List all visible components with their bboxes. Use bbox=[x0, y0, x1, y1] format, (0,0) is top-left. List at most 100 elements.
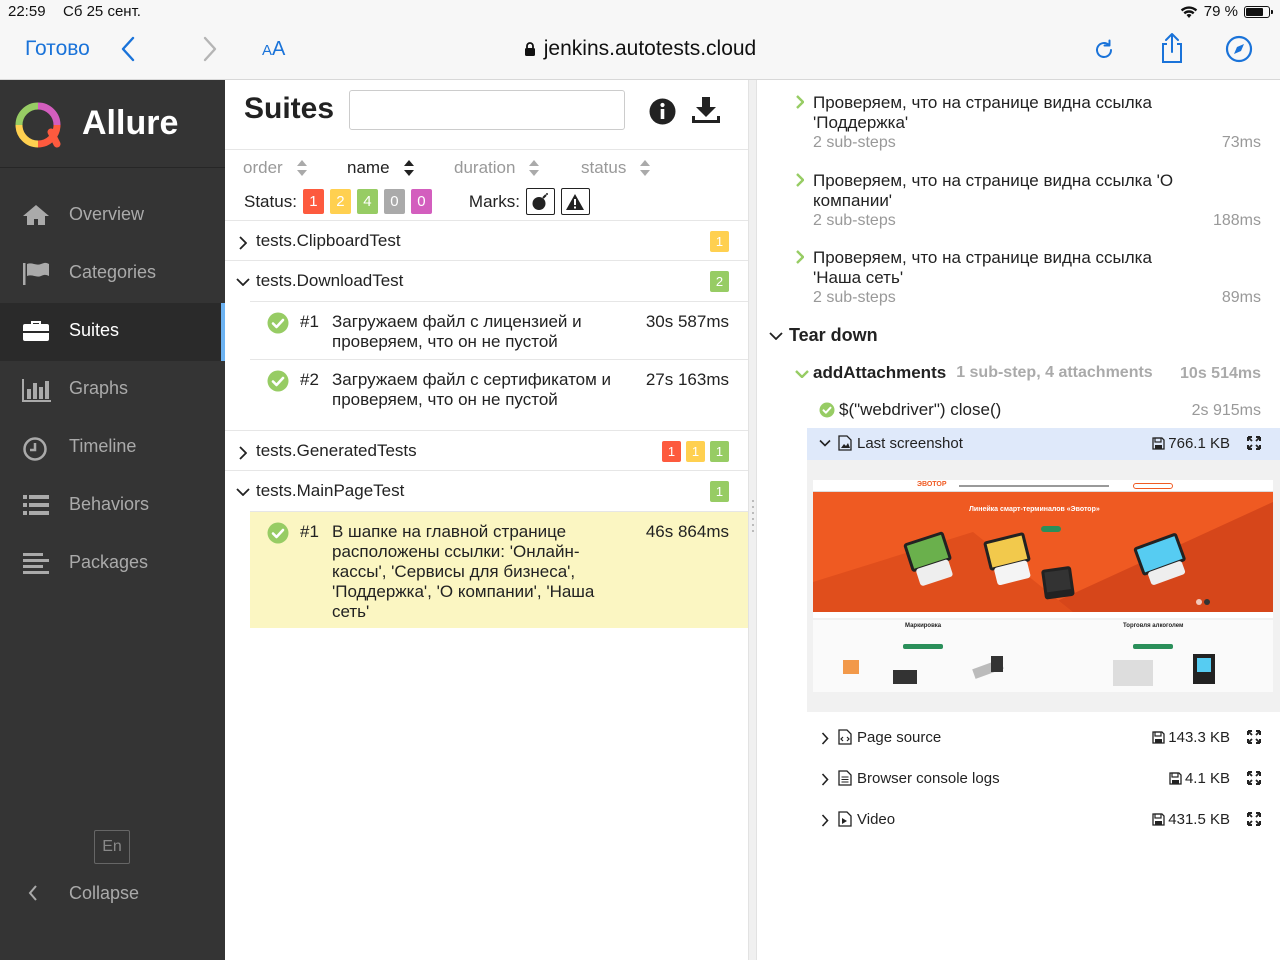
screenshot-preview[interactable]: ЭВОТОР Линейка смарт-терминалов «Эвотор»… bbox=[807, 460, 1280, 712]
status-filter-broken[interactable]: 2 bbox=[329, 189, 351, 214]
collapse-button[interactable]: Collapse bbox=[0, 878, 225, 908]
suite-group-clipboard[interactable]: tests.ClipboardTest 1 bbox=[225, 220, 748, 260]
address-bar: jenkins.autotests.cloud bbox=[0, 37, 1280, 63]
page-title: Suites bbox=[244, 92, 335, 125]
code-file-icon bbox=[838, 729, 852, 745]
test-details-pane: Проверяем, что на странице видна ссылка … bbox=[757, 80, 1280, 960]
chevron-down-icon bbox=[236, 277, 250, 286]
reload-icon[interactable] bbox=[1092, 38, 1116, 62]
chevron-down-icon bbox=[819, 439, 831, 447]
screenshot-card2-image bbox=[1113, 654, 1215, 686]
nav-timeline[interactable]: Timeline bbox=[0, 419, 225, 477]
suite-name: tests.GeneratedTests bbox=[256, 441, 417, 460]
fullscreen-icon[interactable] bbox=[1247, 436, 1261, 450]
suite-name: tests.DownloadTest bbox=[256, 271, 404, 290]
suite-group-generated[interactable]: tests.GeneratedTests 1 1 1 bbox=[225, 430, 748, 470]
nav-graphs[interactable]: Graphs bbox=[0, 361, 225, 419]
test-row[interactable]: #1 Загружаем файл с лицензией и проверяе… bbox=[250, 301, 748, 359]
text-size-button[interactable]: AA bbox=[262, 38, 285, 61]
teardown-title: Tear down bbox=[789, 325, 878, 345]
add-attachments-step[interactable]: addAttachments 1 sub-step, 4 attachments bbox=[795, 363, 1153, 383]
nav-label: Behaviors bbox=[69, 494, 150, 514]
browser-toolbar: Готово AA jenkins.autotests.cloud bbox=[0, 24, 1280, 80]
back-icon[interactable] bbox=[120, 36, 136, 62]
status-badge: 1 bbox=[710, 481, 729, 502]
sort-label: duration bbox=[454, 158, 516, 177]
sort-label: status bbox=[581, 158, 627, 177]
sort-icon bbox=[403, 160, 414, 176]
passed-check-icon bbox=[819, 402, 835, 418]
fullscreen-icon[interactable] bbox=[1247, 812, 1261, 826]
wifi-icon bbox=[1180, 5, 1197, 18]
nav-label: Packages bbox=[69, 552, 149, 572]
attachment-row[interactable]: Page source 143.3 KB bbox=[807, 722, 1280, 754]
test-name: Загружаем файл с сертификатом и проверяе… bbox=[332, 370, 612, 409]
screenshot-card2-button bbox=[1133, 644, 1173, 649]
step-title: Проверяем, что на странице видна ссылка … bbox=[813, 248, 1152, 287]
new-failed-mark-button[interactable] bbox=[560, 188, 590, 215]
status-date: Сб 25 сент. bbox=[63, 3, 141, 20]
step-substeps: 2 sub-steps bbox=[813, 212, 896, 229]
test-duration: 27s 163ms bbox=[645, 370, 729, 389]
test-row-selected[interactable]: #1 В шапке на главной странице расположе… bbox=[250, 511, 748, 628]
chevron-right-icon bbox=[821, 814, 829, 827]
nav-categories[interactable]: Categories bbox=[0, 245, 225, 303]
step-row[interactable]: Проверяем, что на странице видна ссылка … bbox=[757, 158, 1280, 236]
done-button[interactable]: Готово bbox=[25, 37, 90, 61]
status-filter-failed[interactable]: 1 bbox=[302, 189, 324, 214]
battery-icon bbox=[1244, 5, 1273, 18]
compass-icon[interactable] bbox=[1225, 35, 1253, 63]
attachment-size: 4.1 KB bbox=[1169, 770, 1230, 787]
nav-packages[interactable]: Packages bbox=[0, 535, 225, 593]
nav-behaviors[interactable]: Behaviors bbox=[0, 477, 225, 535]
pane-splitter[interactable] bbox=[748, 80, 757, 960]
fullscreen-icon[interactable] bbox=[1247, 730, 1261, 744]
sort-status[interactable]: status bbox=[581, 158, 651, 178]
passed-check-icon bbox=[267, 312, 289, 334]
step-duration: 188ms bbox=[1212, 212, 1261, 229]
close-step[interactable]: $("webdriver") close() bbox=[819, 400, 1001, 420]
sort-name[interactable]: name bbox=[347, 158, 414, 178]
suites-pane: Suites order name duration status Status… bbox=[225, 80, 748, 960]
status-filter-skipped[interactable]: 0 bbox=[383, 189, 405, 214]
attachment-row[interactable]: Video 431.5 KB bbox=[807, 804, 1280, 836]
status-filter-unknown[interactable]: 0 bbox=[410, 189, 432, 214]
suite-group-download[interactable]: tests.DownloadTest 2 bbox=[225, 260, 748, 300]
search-input[interactable] bbox=[349, 90, 625, 130]
info-icon[interactable] bbox=[649, 98, 676, 125]
share-icon[interactable] bbox=[1158, 32, 1186, 64]
chevron-right-icon bbox=[821, 773, 829, 786]
status-right: 79 % bbox=[1180, 3, 1273, 20]
status-badge: 1 bbox=[710, 441, 729, 462]
chevron-right-icon bbox=[795, 173, 804, 187]
test-duration: 46s 864ms bbox=[645, 522, 729, 541]
sort-order[interactable]: order bbox=[243, 158, 307, 178]
step-row[interactable]: Проверяем, что на странице видна ссылка … bbox=[757, 80, 1280, 158]
flaky-mark-button[interactable] bbox=[525, 188, 555, 215]
step-meta: 1 sub-step, 4 attachments bbox=[956, 364, 1153, 381]
suite-name: tests.ClipboardTest bbox=[256, 231, 401, 250]
language-switch[interactable]: En bbox=[94, 830, 130, 864]
step-title: Проверяем, что на странице видна ссылка … bbox=[813, 93, 1152, 132]
status-time: 22:59 bbox=[8, 3, 46, 20]
test-row[interactable]: #2 Загружаем файл с сертификатом и прове… bbox=[250, 359, 748, 431]
save-icon bbox=[1169, 772, 1182, 785]
nav-suites[interactable]: Suites bbox=[0, 303, 225, 361]
test-duration: 30s 587ms bbox=[645, 312, 729, 331]
suite-group-mainpage[interactable]: tests.MainPageTest 1 bbox=[225, 470, 748, 510]
fullscreen-icon[interactable] bbox=[1247, 771, 1261, 785]
address-field[interactable]: jenkins.autotests.cloud bbox=[524, 37, 756, 61]
status-filter-passed[interactable]: 4 bbox=[356, 189, 378, 214]
filter-bar: Status: 1 2 4 0 0 Marks: bbox=[244, 188, 596, 215]
marks-label: Marks: bbox=[468, 191, 520, 211]
attachment-row[interactable]: Browser console logs 4.1 KB bbox=[807, 763, 1280, 795]
nav-overview[interactable]: Overview bbox=[0, 187, 225, 245]
attachment-size: 143.3 KB bbox=[1152, 729, 1230, 746]
teardown-header[interactable]: Tear down bbox=[769, 325, 878, 346]
step-row[interactable]: Проверяем, что на странице видна ссылка … bbox=[757, 235, 1280, 313]
forward-icon[interactable] bbox=[202, 36, 218, 62]
step-title: $("webdriver") close() bbox=[839, 400, 1002, 419]
download-icon[interactable] bbox=[691, 96, 721, 124]
sort-duration[interactable]: duration bbox=[454, 158, 540, 178]
attachment-row[interactable]: Last screenshot 766.1 KB bbox=[807, 428, 1280, 460]
